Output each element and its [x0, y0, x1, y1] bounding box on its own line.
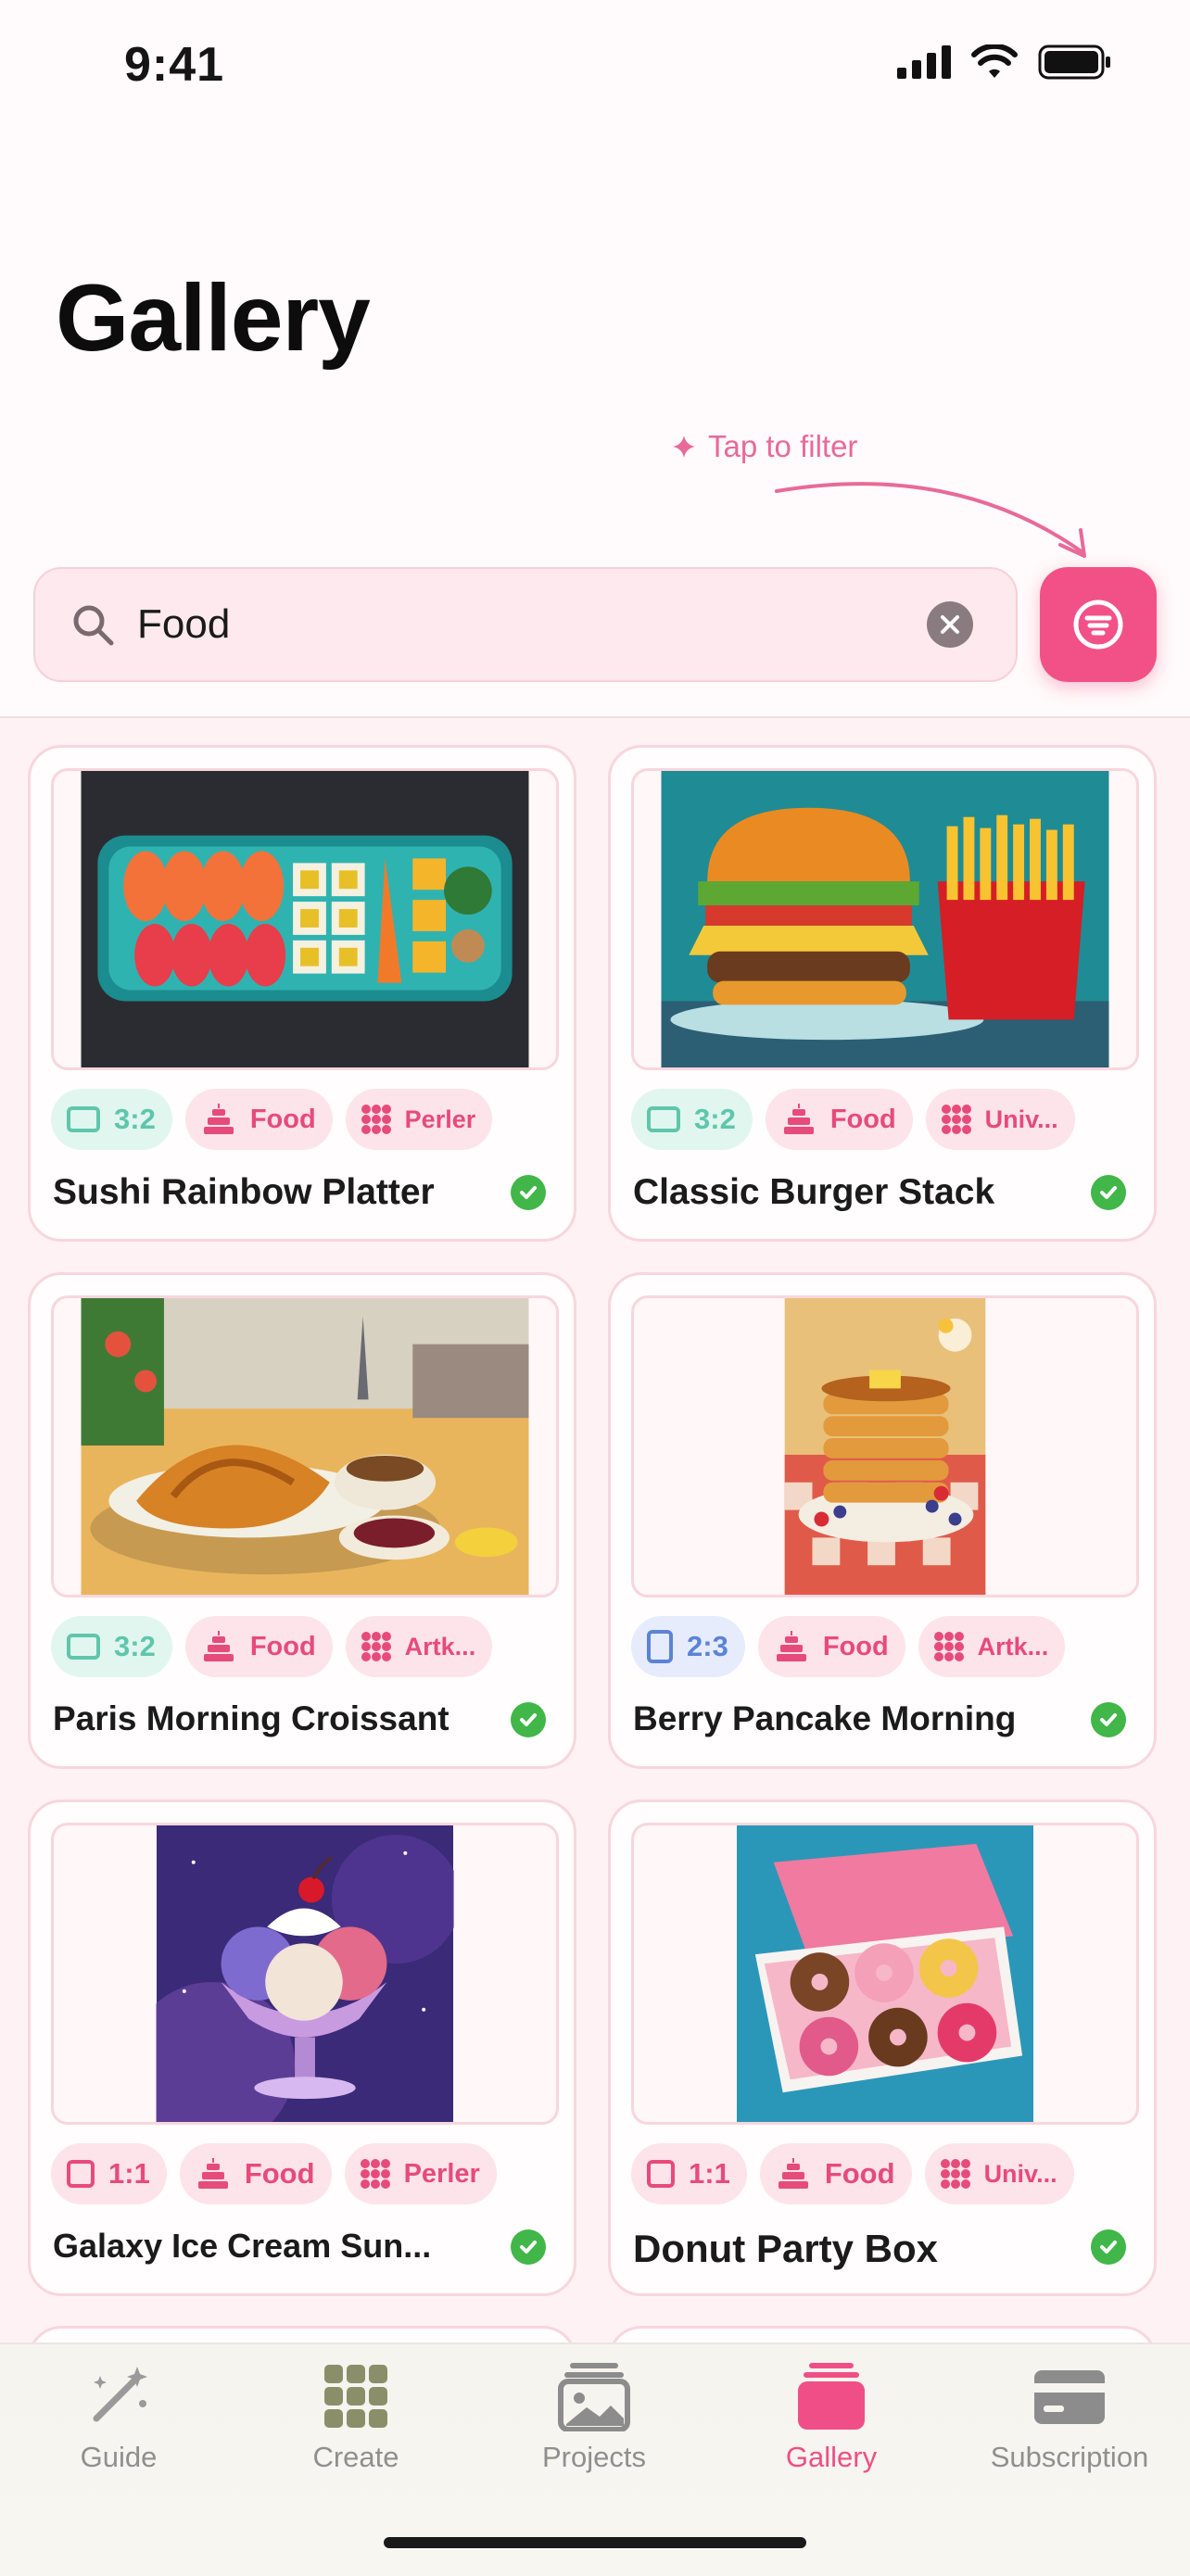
card-thumbnail-frame: [631, 1295, 1139, 1597]
card-thumbnail-frame: [631, 768, 1139, 1070]
cake-icon: [778, 2158, 808, 2189]
search-bar[interactable]: [33, 567, 1018, 682]
category-tag: Food: [765, 1089, 913, 1150]
square-frame-icon: [647, 2160, 675, 2188]
cake-icon: [197, 2158, 228, 2189]
gallery-card[interactable]: 3:2 Food Univ... Classic Burger Stack: [608, 745, 1157, 1242]
bead-grid-icon: [941, 1105, 971, 1134]
page-title: Gallery: [56, 265, 371, 371]
aspect-ratio-tag: 2:3: [631, 1616, 745, 1677]
cake-icon: [203, 1631, 234, 1661]
photo-stack-icon: [558, 2363, 630, 2431]
aspect-ratio-tag: 3:2: [51, 1089, 172, 1150]
wifi-icon: [971, 44, 1018, 78]
bead-grid-icon: [360, 2159, 390, 2189]
card-icon: [1034, 2370, 1105, 2424]
aspect-ratio-tag: 1:1: [51, 2143, 167, 2204]
card-thumbnail-frame: [631, 1823, 1139, 2125]
cake-icon: [776, 1631, 806, 1661]
tab-gallery[interactable]: Gallery: [739, 2361, 924, 2474]
aspect-ratio-tag: 3:2: [631, 1089, 753, 1150]
gallery-card[interactable]: 1:1 Food Univ... Donut Party Box: [608, 1799, 1157, 2296]
filter-icon: [1073, 600, 1123, 650]
category-tag: Food: [759, 2143, 912, 2204]
landscape-frame-icon: [647, 1106, 680, 1132]
card-title: Donut Party Box: [633, 2227, 939, 2270]
search-icon: [73, 605, 114, 646]
category-tag: Food: [757, 1616, 905, 1677]
croissant-paris-image: [81, 1298, 529, 1595]
landscape-frame-icon: [67, 1634, 100, 1660]
sushi-platter-image: [81, 771, 529, 1067]
category-tag: Food: [179, 2143, 332, 2204]
bead-kit-tag: Univ...: [924, 2143, 1074, 2204]
search-input[interactable]: [137, 601, 927, 648]
tab-subscription[interactable]: Subscription: [977, 2361, 1162, 2474]
card-thumbnail-frame: [51, 768, 559, 1070]
home-indicator: [384, 2537, 806, 2548]
close-icon: [941, 615, 959, 634]
cake-icon: [783, 1104, 814, 1134]
bead-kit-tag: Univ...: [925, 1089, 1075, 1150]
cake-icon: [203, 1104, 234, 1134]
verified-check-icon: [1091, 1702, 1126, 1737]
status-time: 9:41: [124, 38, 225, 92]
bead-grid-icon: [361, 1105, 391, 1134]
card-title: Berry Pancake Morning: [633, 1699, 1017, 1737]
galaxy-ice-cream-image: [156, 1825, 454, 2122]
filter-hint-text: Tap to filter: [708, 429, 858, 463]
card-title: Paris Morning Croissant: [53, 1699, 449, 1737]
pancake-stack-image: [784, 1298, 986, 1595]
card-title: Galaxy Ice Cream Sun...: [53, 2227, 432, 2265]
tab-guide[interactable]: Guide: [26, 2361, 211, 2474]
category-tag: Food: [184, 1089, 333, 1150]
bead-grid-icon: [940, 2159, 970, 2189]
signal-icon: [897, 45, 951, 79]
bead-kit-tag: Perler: [344, 2143, 497, 2204]
portrait-frame-icon: [647, 1630, 673, 1663]
gallery-card[interactable]: 1:1 Food Perler Galaxy Ice Cream Sun...: [28, 1799, 576, 2296]
card-title: Sushi Rainbow Platter: [53, 1172, 435, 1212]
gallery-stack-icon: [798, 2363, 865, 2430]
bead-kit-tag: Artk...: [918, 1616, 1066, 1677]
grid-icon: [324, 2365, 387, 2428]
verified-check-icon: [511, 2229, 546, 2265]
card-thumbnail-frame: [51, 1823, 559, 2125]
clear-search-button[interactable]: [927, 601, 973, 648]
card-thumbnail-frame: [51, 1295, 559, 1597]
filter-button[interactable]: [1040, 567, 1157, 682]
gallery-card[interactable]: 3:2 Food Perler Sushi Rainbow Platter: [28, 745, 576, 1242]
donut-box-image: [737, 1825, 1033, 2122]
aspect-ratio-tag: 1:1: [631, 2143, 747, 2204]
gallery-card[interactable]: 3:2 Food Artk... Paris Morning Croissant: [28, 1272, 576, 1769]
bead-grid-icon: [361, 1632, 391, 1661]
verified-check-icon: [511, 1702, 546, 1737]
sparkle-icon: [673, 436, 695, 458]
battery-icon: [1038, 44, 1110, 80]
verified-check-icon: [1091, 2229, 1126, 2265]
tab-projects[interactable]: Projects: [501, 2361, 687, 2474]
bead-kit-tag: Artk...: [345, 1616, 493, 1677]
status-icons: [897, 44, 1112, 80]
gallery-card[interactable]: 2:3 Food Artk... Berry Pancake Morning: [608, 1272, 1157, 1769]
burger-fries-image: [661, 771, 1109, 1067]
verified-check-icon: [511, 1175, 546, 1210]
bead-kit-tag: Perler: [345, 1089, 493, 1150]
tab-create[interactable]: Create: [263, 2361, 449, 2474]
category-tag: Food: [184, 1616, 333, 1677]
verified-check-icon: [1091, 1175, 1126, 1210]
landscape-frame-icon: [67, 1106, 100, 1132]
bead-grid-icon: [933, 1632, 964, 1661]
square-frame-icon: [67, 2160, 95, 2188]
card-title: Classic Burger Stack: [633, 1172, 995, 1212]
hint-arrow-icon: [775, 482, 1086, 558]
filter-hint: Tap to filter: [671, 429, 857, 464]
aspect-ratio-tag: 3:2: [51, 1616, 172, 1677]
magic-wand-icon: [93, 2367, 147, 2422]
